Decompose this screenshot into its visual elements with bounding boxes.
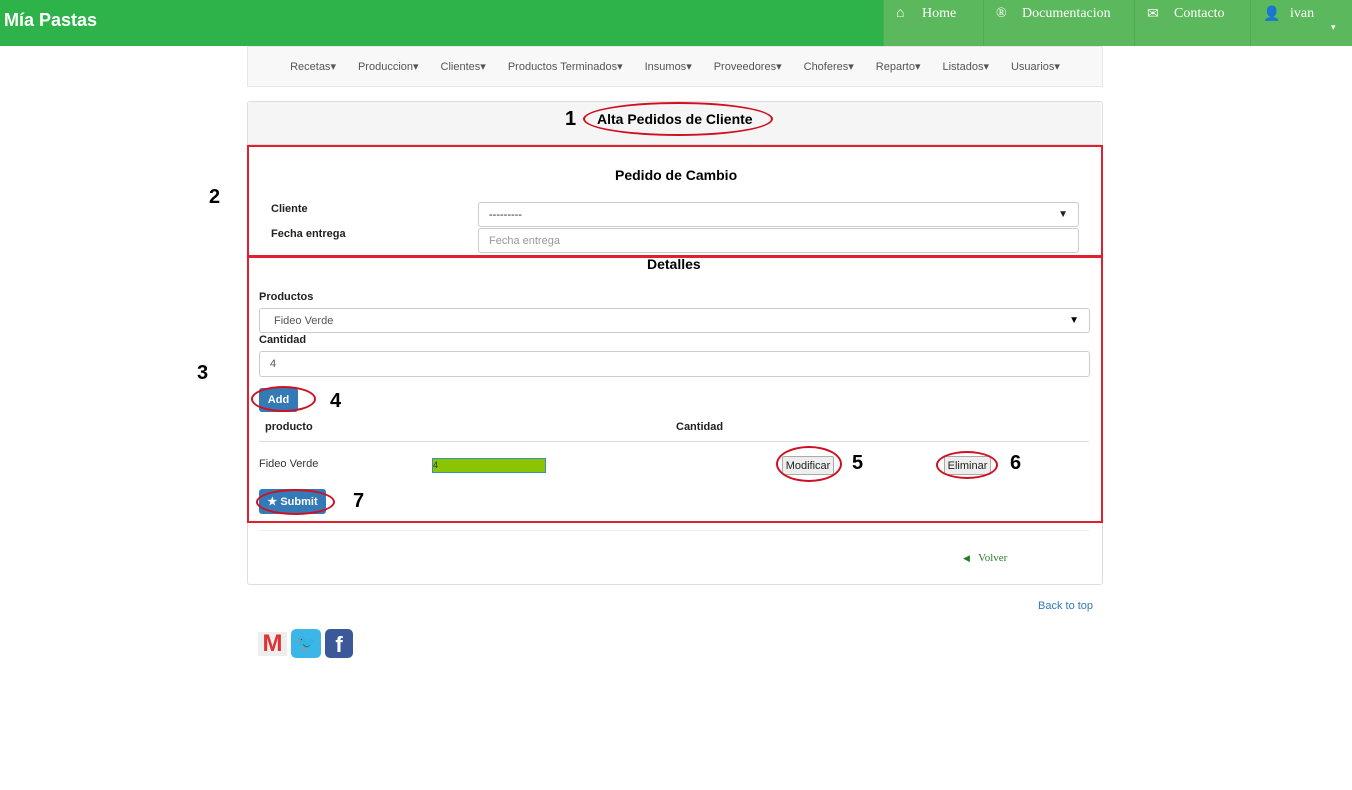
- annotation-box-3: [247, 256, 1103, 523]
- annotation-3: 3: [197, 362, 209, 384]
- table-divider: [259, 441, 1089, 442]
- table-header-cantidad: Cantidad: [676, 421, 724, 433]
- fecha-entrega-input[interactable]: Fecha entrega: [478, 228, 1079, 253]
- menu-recetas[interactable]: Recetas▾: [279, 60, 347, 73]
- annotation-oval: [936, 451, 998, 479]
- home-icon: ⌂: [896, 6, 905, 21]
- divider: [259, 530, 1089, 531]
- menu-reparto[interactable]: Reparto▾: [865, 60, 932, 73]
- cantidad-label: Cantidad: [259, 334, 307, 346]
- menu-productos-terminados[interactable]: Productos Terminados▾: [497, 60, 634, 73]
- menu-choferes[interactable]: Choferes▾: [793, 60, 865, 73]
- annotation-oval: [776, 446, 842, 482]
- chevron-down-icon: ▼: [1058, 209, 1068, 220]
- chevron-down-icon: ▼: [1069, 315, 1079, 326]
- annotation-1: 1: [565, 108, 577, 130]
- annotation-oval: [251, 386, 316, 412]
- section-title: Pedido de Cambio: [615, 167, 738, 183]
- annotation-oval: [583, 102, 773, 136]
- menu-produccion[interactable]: Produccion▾: [347, 60, 430, 73]
- brand-logo[interactable]: Mía Pastas: [4, 10, 97, 31]
- main-menu: Recetas▾ Produccion▾ Clientes▾ Productos…: [247, 46, 1103, 87]
- cantidad-input[interactable]: 4: [259, 351, 1090, 377]
- nav-user-dropdown[interactable]: 👤 ivan ▾: [1250, 0, 1352, 46]
- annotation-oval: [256, 489, 335, 515]
- fecha-entrega-label: Fecha entrega: [271, 228, 346, 240]
- caret-down-icon: ▾: [1331, 22, 1336, 32]
- volver-link[interactable]: ◀ Volver: [963, 552, 1007, 564]
- row-producto: Fideo Verde: [259, 458, 319, 470]
- detalles-title: Detalles: [647, 256, 701, 272]
- twitter-icon[interactable]: 🐦: [291, 629, 321, 658]
- annotation-4: 4: [330, 390, 342, 412]
- cliente-select[interactable]: --------- ▼: [478, 202, 1079, 227]
- nav-contacto[interactable]: ✉ Contacto: [1134, 0, 1250, 46]
- productos-label: Productos: [259, 291, 314, 303]
- productos-select[interactable]: Fideo Verde ▼: [259, 308, 1090, 333]
- row-cantidad-input[interactable]: 4: [432, 458, 546, 473]
- back-to-top-link[interactable]: Back to top: [1038, 600, 1093, 612]
- annotation-2: 2: [209, 186, 221, 208]
- annotation-5: 5: [852, 452, 864, 474]
- annotation-7: 7: [353, 490, 365, 512]
- cliente-label: Cliente: [271, 203, 308, 215]
- menu-listados[interactable]: Listados▾: [931, 60, 1000, 73]
- registered-icon: ®: [996, 6, 1007, 21]
- nav-documentacion[interactable]: ® Documentacion: [983, 0, 1134, 46]
- table-header-producto: producto: [265, 421, 313, 433]
- envelope-icon: ✉: [1147, 7, 1159, 22]
- facebook-icon[interactable]: f: [325, 629, 353, 658]
- menu-usuarios[interactable]: Usuarios▾: [1000, 60, 1071, 73]
- menu-proveedores[interactable]: Proveedores▾: [703, 60, 793, 73]
- nav-home[interactable]: ⌂ Home: [883, 0, 983, 46]
- gmail-icon[interactable]: M: [258, 632, 287, 656]
- menu-clientes[interactable]: Clientes▾: [430, 60, 497, 73]
- menu-insumos[interactable]: Insumos▾: [634, 60, 703, 73]
- user-icon: 👤: [1263, 7, 1281, 22]
- caret-left-icon: ◀: [963, 553, 970, 563]
- annotation-6: 6: [1010, 452, 1022, 474]
